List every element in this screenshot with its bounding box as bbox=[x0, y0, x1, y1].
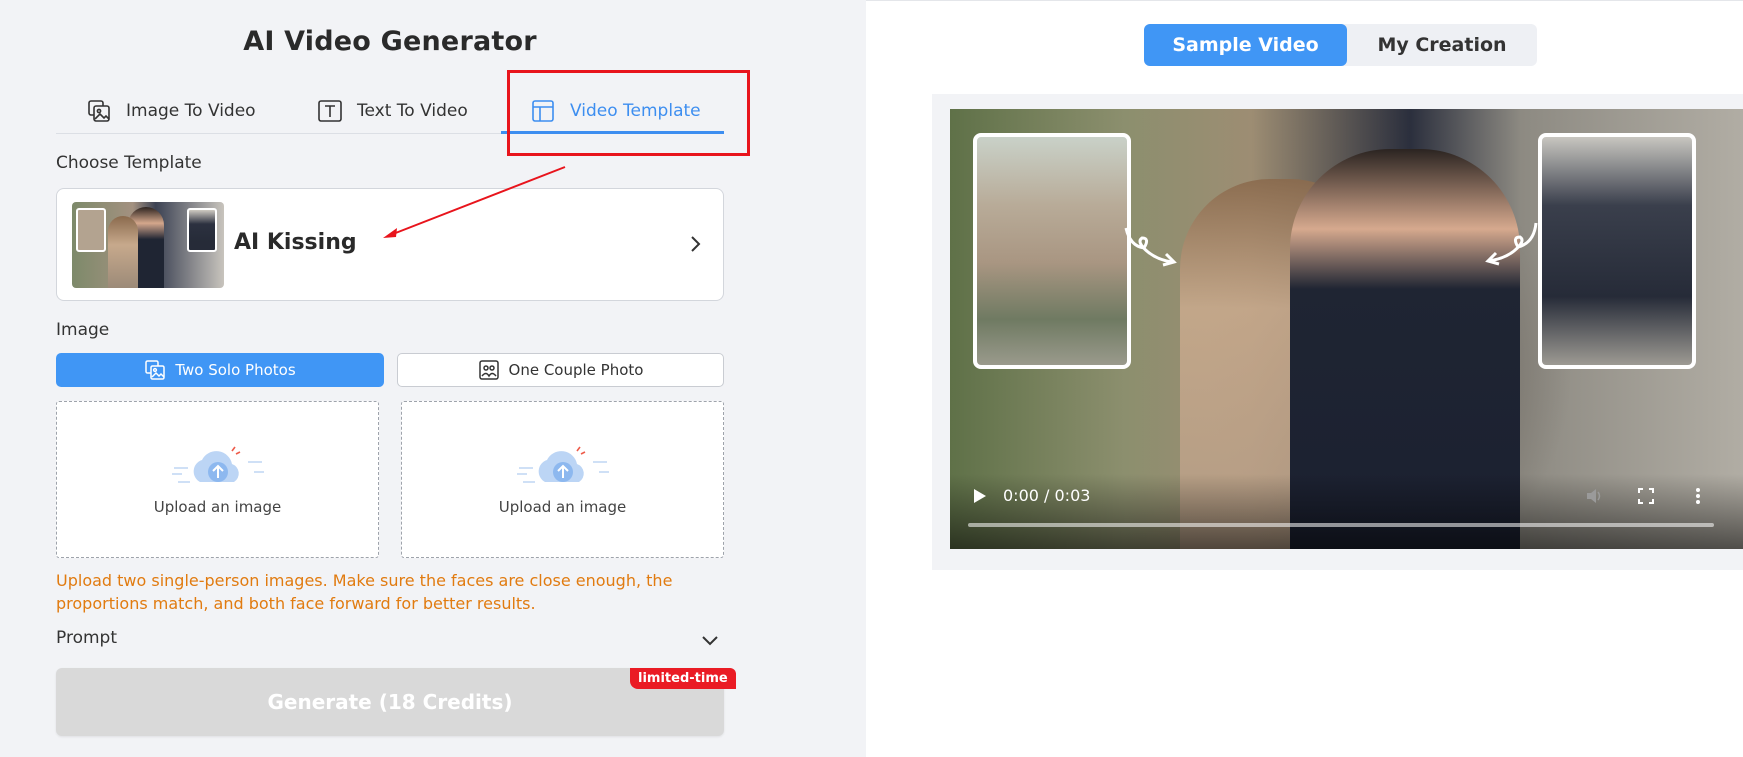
image-to-video-icon bbox=[88, 100, 110, 122]
upload-label: Upload an image bbox=[498, 498, 627, 516]
two-solo-photos-button[interactable]: Two Solo Photos bbox=[56, 353, 384, 387]
play-icon[interactable] bbox=[972, 487, 988, 505]
curved-arrow-icon bbox=[1485, 222, 1538, 266]
cloud-upload-icon bbox=[171, 446, 264, 483]
more-options-icon[interactable] bbox=[1688, 486, 1708, 506]
upload-image-dropzone-2[interactable]: Upload an image bbox=[401, 401, 724, 558]
limited-time-badge: limited-time bbox=[630, 668, 736, 689]
generator-panel: AI Video Generator Image To Video Text T… bbox=[0, 0, 866, 757]
video-progress-bar[interactable] bbox=[968, 523, 1714, 527]
tab-sample-video[interactable]: Sample Video bbox=[1144, 24, 1347, 66]
volume-icon[interactable] bbox=[1584, 486, 1604, 506]
one-couple-photo-button[interactable]: One Couple Photo bbox=[397, 353, 724, 387]
upload-image-dropzone-1[interactable]: Upload an image bbox=[56, 401, 379, 558]
generate-button[interactable]: Generate (18 Credits) bbox=[56, 668, 724, 736]
tab-label: Image To Video bbox=[126, 101, 256, 121]
page-title: AI Video Generator bbox=[243, 26, 537, 57]
source-photo-man bbox=[1538, 133, 1696, 369]
mode-label: Two Solo Photos bbox=[175, 361, 296, 379]
two-photos-icon bbox=[145, 360, 166, 380]
video-controls: 0:00 / 0:03 bbox=[950, 474, 1743, 549]
fullscreen-icon[interactable] bbox=[1636, 486, 1656, 506]
cloud-upload-icon bbox=[516, 446, 609, 483]
template-name: AI Kissing bbox=[234, 230, 357, 255]
upload-label: Upload an image bbox=[153, 498, 282, 516]
text-to-video-icon bbox=[318, 100, 342, 122]
upload-hint: Upload two single-person images. Make su… bbox=[56, 571, 673, 613]
chevron-down-icon bbox=[702, 636, 718, 646]
template-thumbnail bbox=[72, 202, 224, 288]
image-label: Image bbox=[56, 320, 110, 340]
tab-label: Text To Video bbox=[357, 101, 468, 121]
chevron-right-icon bbox=[691, 236, 701, 252]
choose-template-label: Choose Template bbox=[56, 153, 202, 173]
prompt-label: Prompt bbox=[56, 628, 117, 648]
video-time: 0:00 / 0:03 bbox=[1003, 486, 1091, 505]
tab-image-to-video[interactable]: Image To Video bbox=[86, 98, 256, 124]
source-photo-woman bbox=[973, 133, 1131, 369]
annotation-highlight-box bbox=[507, 70, 750, 156]
tab-text-to-video[interactable]: Text To Video bbox=[317, 98, 468, 124]
curved-arrow-icon bbox=[1124, 227, 1177, 267]
tab-my-creation[interactable]: My Creation bbox=[1347, 24, 1537, 66]
preview-tabs: Sample Video My Creation bbox=[1144, 24, 1537, 66]
prompt-toggle[interactable]: Prompt bbox=[56, 628, 724, 652]
mode-label: One Couple Photo bbox=[508, 361, 644, 379]
template-selector[interactable]: AI Kissing bbox=[56, 188, 724, 301]
couple-photo-icon bbox=[478, 360, 499, 380]
